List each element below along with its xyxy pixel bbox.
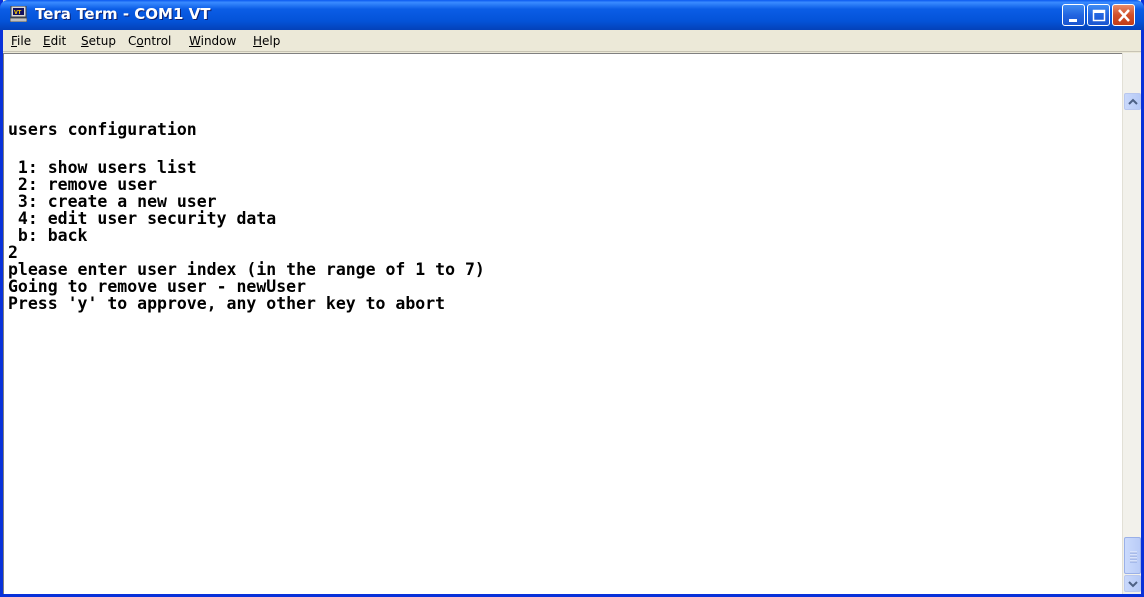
maximize-icon <box>1092 9 1106 22</box>
terminal-line: 2 <box>8 243 18 262</box>
scroll-grip-icon <box>1130 551 1137 563</box>
terminal-line: users configuration <box>8 120 197 139</box>
maximize-button[interactable] <box>1087 4 1110 26</box>
vertical-scrollbar[interactable] <box>1122 53 1141 594</box>
tera-term-icon[interactable]: VT <box>9 5 28 23</box>
scroll-down-arrow-icon <box>1128 581 1138 588</box>
menu-file[interactable]: File <box>11 34 31 48</box>
window-title: Tera Term - COM1 VT <box>35 5 211 23</box>
scroll-up-arrow-icon <box>1128 98 1138 105</box>
menu-edit[interactable]: Edit <box>43 34 66 48</box>
tera-term-window: VT Tera Term - COM1 VT File Edit Setup C… <box>0 0 1144 597</box>
terminal-line: 1: show users list <box>8 158 197 177</box>
scroll-thumb[interactable] <box>1124 537 1141 574</box>
terminal-line: b: back <box>8 226 88 245</box>
close-icon <box>1118 9 1130 22</box>
terminal-line: Going to remove user - newUser <box>8 277 307 296</box>
menu-bar: File Edit Setup Control Window Help <box>3 30 1141 52</box>
menu-control[interactable]: Control <box>128 34 171 48</box>
menu-window[interactable]: Window <box>189 34 236 48</box>
svg-text:VT: VT <box>14 10 22 16</box>
terminal-line: 3: create a new user <box>8 192 217 211</box>
close-button[interactable] <box>1112 4 1135 26</box>
title-bar[interactable]: VT Tera Term - COM1 VT <box>0 0 1144 30</box>
terminal-line: 4: edit user security data <box>8 209 277 228</box>
minimize-button[interactable] <box>1062 4 1085 26</box>
scroll-down-button[interactable] <box>1124 575 1141 592</box>
menu-help[interactable]: Help <box>253 34 280 48</box>
terminal-area[interactable]: users configuration 1: show users list 2… <box>3 53 1122 594</box>
minimize-icon <box>1069 19 1077 22</box>
scroll-up-button[interactable] <box>1124 93 1141 110</box>
terminal-line: please enter user index (in the range of… <box>8 260 485 279</box>
menu-setup[interactable]: Setup <box>81 34 116 48</box>
terminal-line: 2: remove user <box>8 175 158 194</box>
terminal-line: Press 'y' to approve, any other key to a… <box>8 294 446 313</box>
